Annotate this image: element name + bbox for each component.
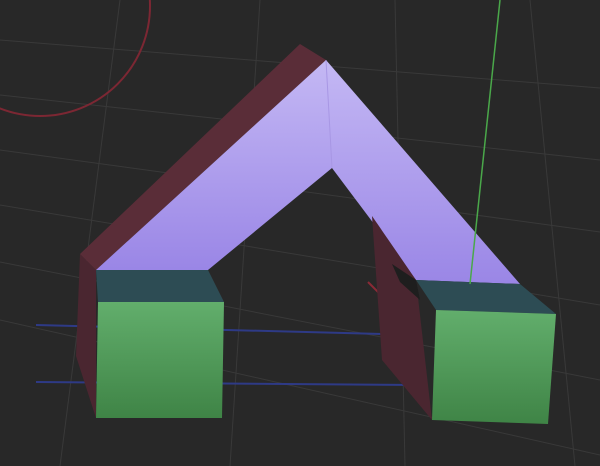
rotate-gizmo-ring[interactable] xyxy=(0,0,151,117)
right-leg-front-face[interactable] xyxy=(432,310,556,424)
roof-top-right-face[interactable] xyxy=(326,60,520,284)
roof-top-left-face[interactable] xyxy=(96,60,332,270)
left-leg-front-face[interactable] xyxy=(96,302,224,418)
viewport-canvas[interactable] xyxy=(0,0,600,466)
right-leg-top-face[interactable] xyxy=(416,280,556,314)
3d-viewport[interactable] xyxy=(0,0,600,466)
z-axis-line xyxy=(469,0,501,285)
left-leg-top-face[interactable] xyxy=(96,270,224,302)
left-leg-side-face[interactable] xyxy=(76,254,96,418)
